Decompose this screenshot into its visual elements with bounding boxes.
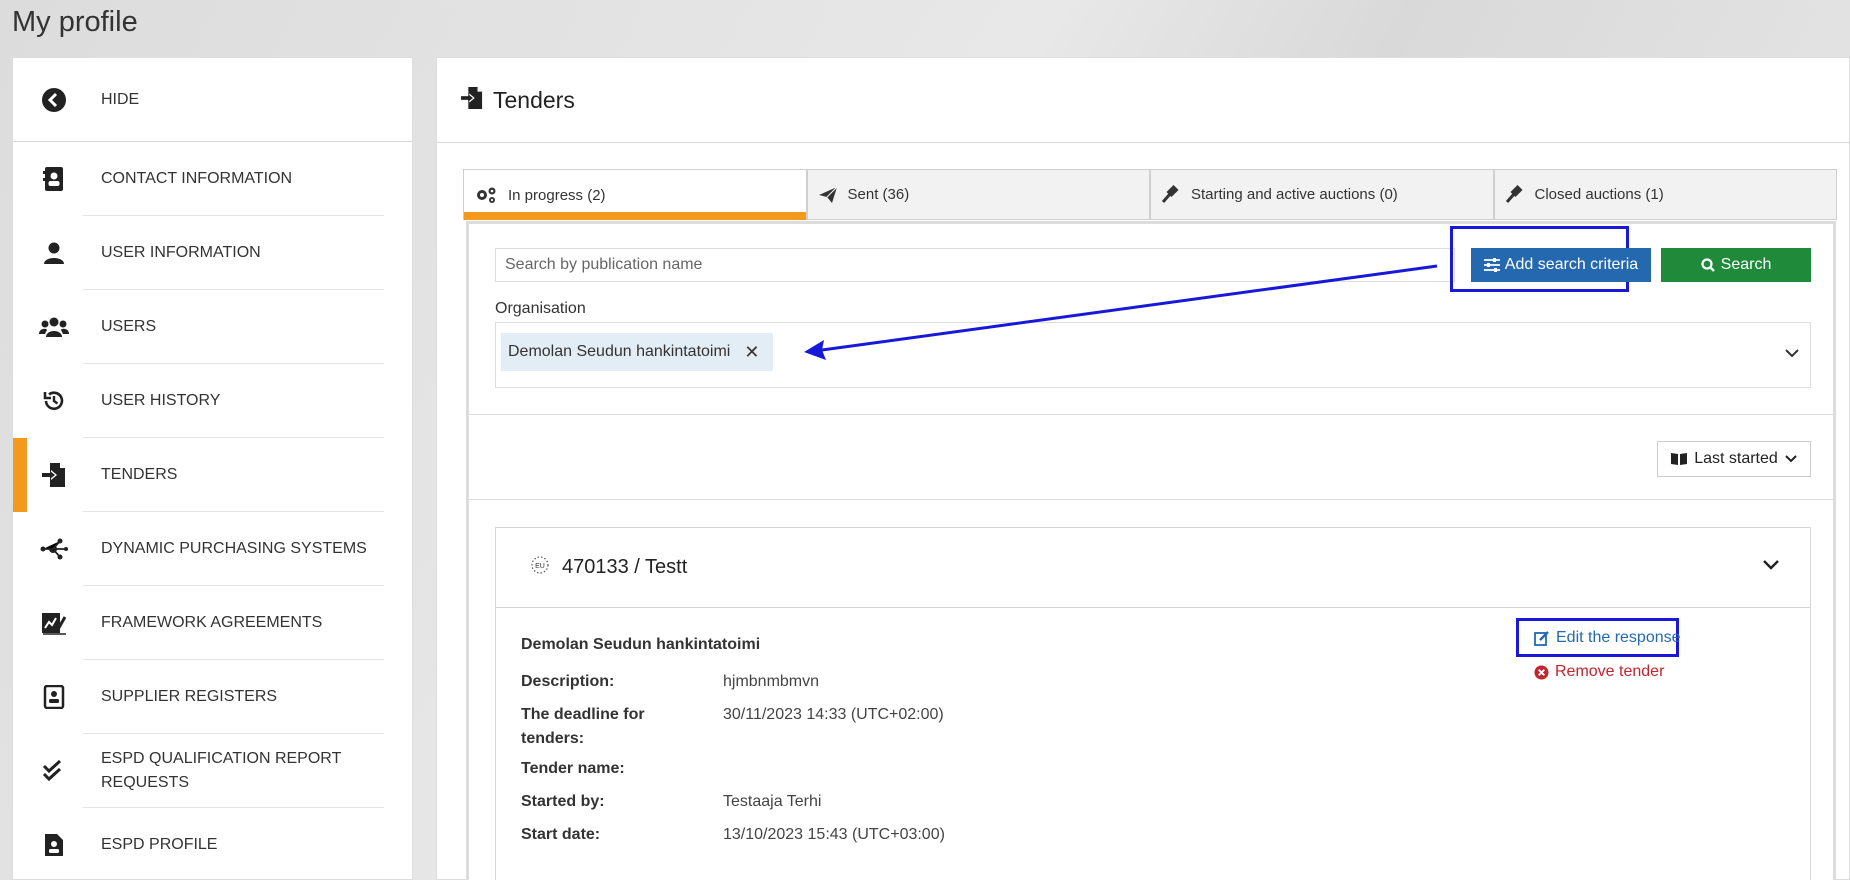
tenders-panel: Tenders In progress (2) Sent (36) Starti… xyxy=(436,57,1850,880)
sidebar-item-label: ESPD QUALIFICATION REPORT REQUESTS xyxy=(101,750,342,791)
times-circle-icon xyxy=(1534,664,1549,680)
address-book-icon xyxy=(39,164,69,194)
sidebar-item-label: USER HISTORY xyxy=(101,392,221,409)
tab-in-progress[interactable]: In progress (2) xyxy=(463,169,807,220)
hide-label: HIDE xyxy=(101,90,140,108)
book-icon xyxy=(1671,453,1688,465)
tender-import-icon xyxy=(461,86,483,115)
tab-label: In progress (2) xyxy=(508,186,606,204)
sidebar-item-label: USERS xyxy=(101,318,157,335)
chevron-down-icon[interactable] xyxy=(1784,345,1800,363)
chevron-down-icon[interactable] xyxy=(1762,558,1780,576)
tab-label: Closed auctions (1) xyxy=(1534,186,1664,203)
edit-icon xyxy=(1534,630,1549,646)
sidebar: HIDE CONTACT INFORMATION USER INFORMATIO… xyxy=(12,57,413,880)
file-user-icon xyxy=(39,830,69,860)
sidebar-item-label: CONTACT INFORMATION xyxy=(101,170,293,187)
double-check-icon xyxy=(39,756,69,786)
gavel-icon xyxy=(1161,184,1179,203)
sidebar-item-espd-profile[interactable]: ESPD PROFILE xyxy=(13,808,412,880)
sort-dropdown[interactable]: Last started xyxy=(1657,441,1811,477)
panel-header: Tenders xyxy=(437,58,1849,143)
sidebar-item-user-information[interactable]: USER INFORMATION xyxy=(13,216,412,290)
tab-content: Add search criteria Search Organisation … xyxy=(466,221,1836,880)
history-icon xyxy=(39,386,69,416)
search-label: Search xyxy=(1720,256,1772,273)
tender-import-icon xyxy=(39,460,69,490)
tab-sent[interactable]: Sent (36) xyxy=(806,169,1150,220)
eu-icon: EU xyxy=(530,555,550,580)
hide-sidebar-button[interactable]: HIDE xyxy=(13,58,412,142)
sidebar-item-label: ESPD PROFILE xyxy=(101,836,218,853)
sidebar-item-label: FRAMEWORK AGREEMENTS xyxy=(101,614,323,631)
chevron-down-icon xyxy=(1785,455,1797,463)
users-icon xyxy=(39,312,69,342)
tab-starting-active-auctions[interactable]: Starting and active auctions (0) xyxy=(1150,169,1494,220)
tender-card: EU 470133 / Testt Demolan Seudun hankint… xyxy=(495,527,1811,880)
network-icon xyxy=(39,534,69,564)
sidebar-item-supplier-registers[interactable]: SUPPLIER REGISTERS xyxy=(13,660,412,734)
search-icon xyxy=(1701,258,1715,272)
page-title: My profile xyxy=(12,6,138,38)
signature-chart-icon xyxy=(39,608,69,638)
sidebar-item-tenders[interactable]: TENDERS xyxy=(13,438,412,512)
paper-plane-icon xyxy=(818,186,837,203)
sort-area: Last started xyxy=(469,415,1833,500)
detail-key: Description: xyxy=(521,673,615,690)
edit-response-label: Edit the response xyxy=(1556,628,1681,646)
sidebar-item-user-history[interactable]: USER HISTORY xyxy=(13,364,412,438)
tender-tabs: In progress (2) Sent (36) Starting and a… xyxy=(463,169,1837,220)
svg-text:EU: EU xyxy=(535,563,545,570)
detail-value: hjmbnmbmvn xyxy=(723,673,820,690)
search-area: Add search criteria Search Organisation … xyxy=(469,224,1833,415)
edit-response-link[interactable]: Edit the response xyxy=(1518,620,1688,655)
organisation-chip: Demolan Seudun hankintatoimi ✕ xyxy=(501,333,774,371)
register-icon xyxy=(39,682,69,712)
remove-tender-label: Remove tender xyxy=(1555,663,1665,680)
sidebar-item-label: SUPPLIER REGISTERS xyxy=(101,688,278,705)
remove-chip-icon[interactable]: ✕ xyxy=(744,342,759,363)
detail-value: 30/11/2023 14:33 (UTC+02:00) xyxy=(723,706,944,723)
tab-label: Starting and active auctions (0) xyxy=(1191,186,1398,203)
organisation-chip-label: Demolan Seudun hankintatoimi xyxy=(508,343,731,360)
sidebar-item-users[interactable]: USERS xyxy=(13,290,412,364)
sort-label: Last started xyxy=(1694,450,1778,467)
organisation-label: Organisation xyxy=(495,300,586,317)
add-search-criteria-button[interactable]: Add search criteria xyxy=(1471,248,1651,282)
search-input[interactable] xyxy=(495,248,1455,282)
add-search-criteria-label: Add search criteria xyxy=(1504,256,1639,273)
detail-key: Tender name: xyxy=(521,760,625,777)
tender-card-header[interactable]: EU 470133 / Testt xyxy=(496,528,1810,608)
user-icon xyxy=(39,238,69,268)
sidebar-item-espd-qualification-report-requests[interactable]: ESPD QUALIFICATION REPORT REQUESTS xyxy=(13,734,412,808)
chevron-left-circle-icon xyxy=(39,85,69,115)
gavel-icon xyxy=(1505,184,1523,203)
tender-title: 470133 / Testt xyxy=(562,556,688,578)
sidebar-item-framework-agreements[interactable]: FRAMEWORK AGREEMENTS xyxy=(13,586,412,660)
sidebar-item-label: DYNAMIC PURCHASING SYSTEMS xyxy=(101,540,367,557)
sidebar-item-label: TENDERS xyxy=(101,466,178,483)
detail-value: Testaaja Terhi xyxy=(723,793,822,810)
tab-label: Sent (36) xyxy=(847,186,910,203)
sliders-icon xyxy=(1483,258,1500,272)
detail-key: Started by: xyxy=(521,793,605,810)
detail-key: Start date: xyxy=(521,826,601,843)
organisation-select[interactable]: Demolan Seudun hankintatoimi ✕ xyxy=(495,322,1811,388)
search-button[interactable]: Search xyxy=(1661,248,1811,282)
tender-organisation: Demolan Seudun hankintatoimi xyxy=(521,636,761,653)
detail-key: The deadline for tenders: xyxy=(521,706,645,747)
tab-closed-auctions[interactable]: Closed auctions (1) xyxy=(1493,169,1837,220)
sidebar-item-contact-information[interactable]: CONTACT INFORMATION xyxy=(13,142,412,216)
panel-title: Tenders xyxy=(493,86,575,113)
cogs-icon xyxy=(477,187,496,203)
detail-value: 13/10/2023 15:43 (UTC+03:00) xyxy=(723,826,945,843)
sidebar-item-dynamic-purchasing-systems[interactable]: DYNAMIC PURCHASING SYSTEMS xyxy=(13,512,412,586)
sidebar-item-label: USER INFORMATION xyxy=(101,244,261,261)
remove-tender-link[interactable]: Remove tender xyxy=(1518,660,1664,684)
